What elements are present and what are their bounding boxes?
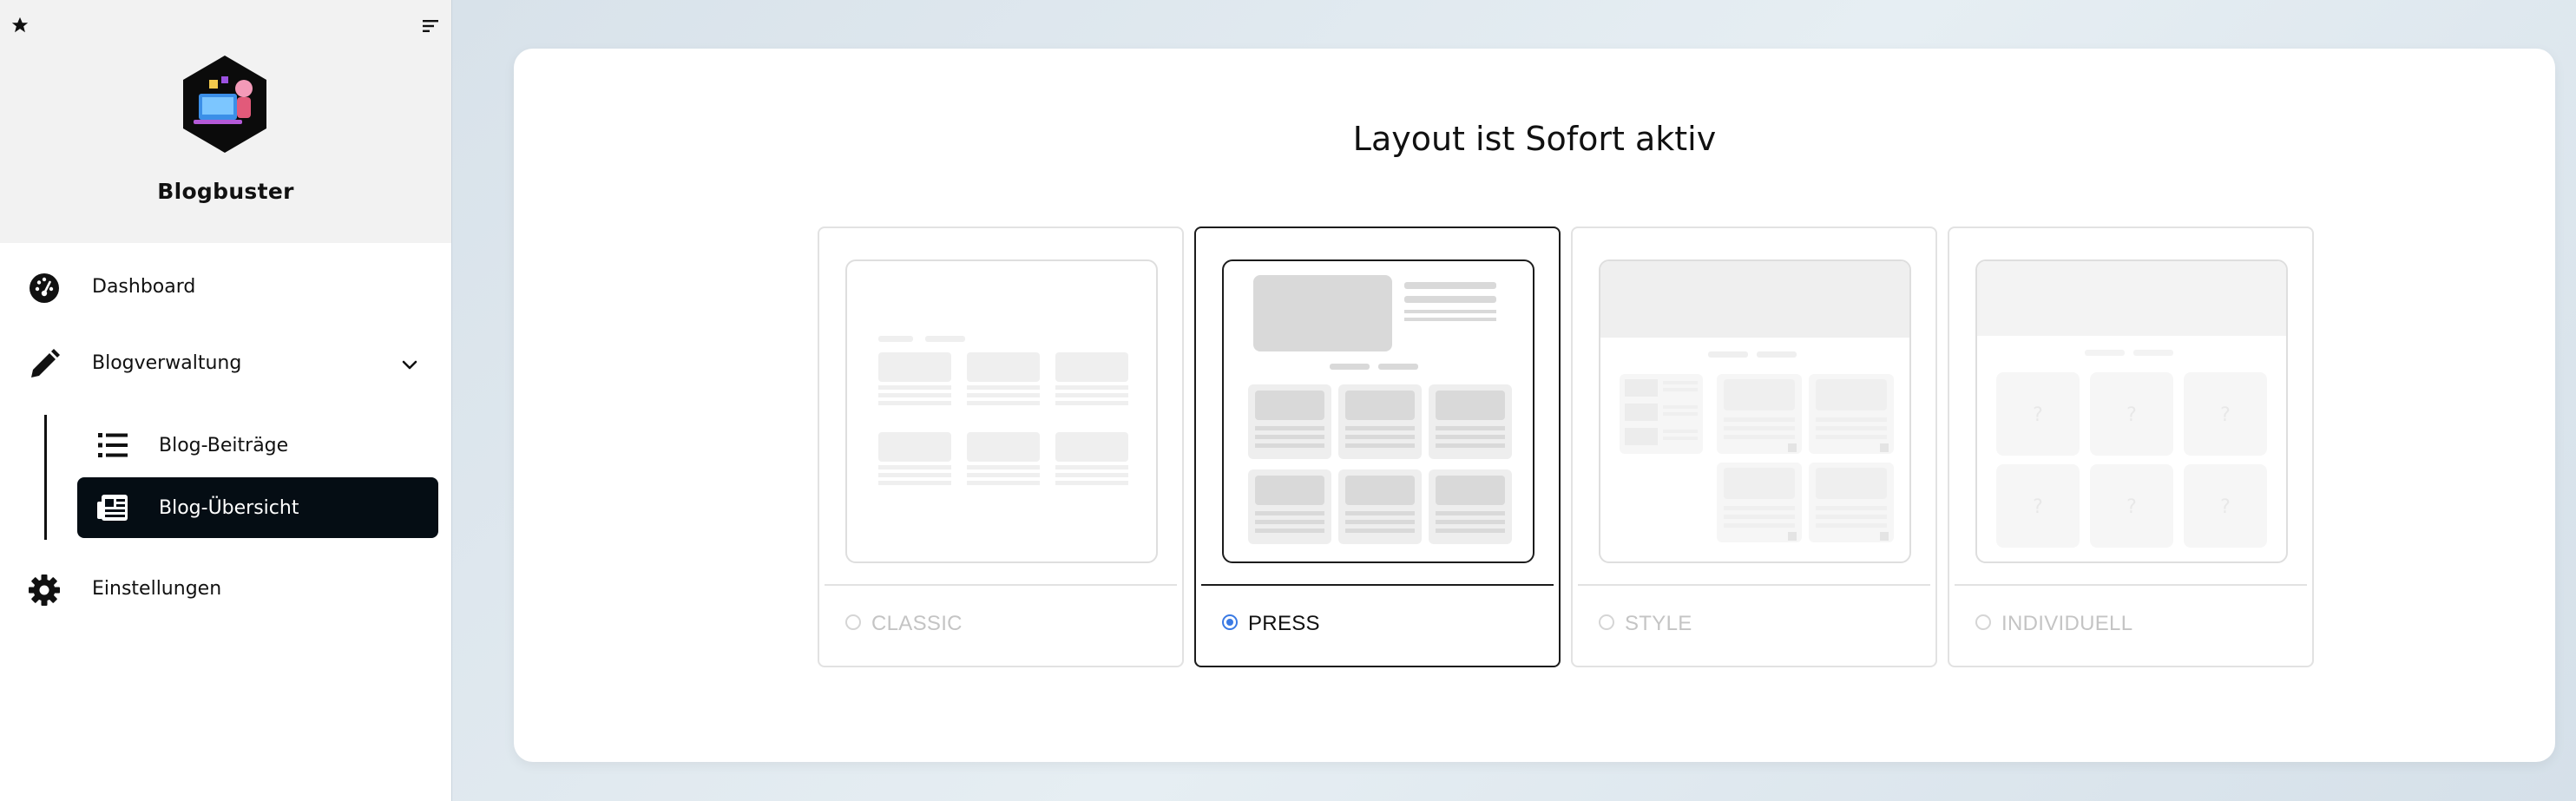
- option-divider: [825, 584, 1177, 586]
- svg-text:?: ?: [2220, 496, 2231, 518]
- layout-option-individuell[interactable]: ??? ??? INDIVIDUELL: [1948, 227, 2314, 667]
- nav-blog-posts-label: Blog-Beiträge: [159, 435, 289, 456]
- radio-press[interactable]: [1222, 614, 1238, 630]
- nav-settings-label: Einstellungen: [92, 578, 222, 600]
- option-divider: [1578, 584, 1930, 586]
- option-divider: [1201, 584, 1554, 586]
- layout-option-press[interactable]: PRESS: [1194, 227, 1561, 667]
- press-preview: [1222, 259, 1534, 563]
- sidebar: Blogbuster Dashboard Blogverwaltung Blog…: [0, 0, 451, 801]
- nav-settings[interactable]: Einstellungen: [0, 559, 451, 620]
- brand-name: Blogbuster: [157, 179, 294, 204]
- nav-dashboard-label: Dashboard: [92, 276, 196, 298]
- svg-text:?: ?: [2033, 404, 2043, 426]
- svg-text:?: ?: [2033, 496, 2043, 518]
- pencil-icon: [31, 349, 60, 378]
- layout-option-classic[interactable]: CLASSIC: [818, 227, 1184, 667]
- page-title: Layout ist Sofort aktiv: [1352, 120, 1717, 158]
- submenu-guide-line: [44, 415, 47, 540]
- nav-blog-posts[interactable]: Blog-Beiträge: [77, 415, 438, 476]
- gear-icon: [29, 574, 60, 606]
- nav-blog-overview-label: Blog-Übersicht: [159, 497, 299, 519]
- individuell-preview: ??? ???: [1975, 259, 2288, 563]
- brand-logo: [183, 56, 266, 153]
- dashboard-gauge-icon: [30, 273, 59, 303]
- svg-text:?: ?: [2220, 404, 2231, 426]
- layout-option-style[interactable]: STYLE: [1571, 227, 1937, 667]
- nav-blog-management[interactable]: Blogverwaltung: [0, 333, 451, 394]
- nav-blog-management-label: Blogverwaltung: [92, 352, 242, 374]
- svg-text:?: ?: [2126, 496, 2137, 518]
- option-divider: [1955, 584, 2307, 586]
- nav-blog-overview[interactable]: Blog-Übersicht: [77, 477, 438, 538]
- layout-label-classic: CLASSIC: [871, 612, 963, 635]
- sidebar-header: Blogbuster: [0, 0, 451, 243]
- layout-label-individuell: INDIVIDUELL: [2001, 612, 2133, 635]
- radio-individuell[interactable]: [1975, 614, 1991, 630]
- radio-classic[interactable]: [845, 614, 861, 630]
- layout-label-press: PRESS: [1248, 612, 1320, 635]
- sort-menu-icon[interactable]: [420, 16, 441, 36]
- chevron-down-icon[interactable]: [399, 354, 420, 375]
- list-icon: [98, 433, 128, 457]
- nav-dashboard[interactable]: Dashboard: [0, 257, 451, 318]
- svg-text:?: ?: [2126, 404, 2137, 426]
- classic-preview: [845, 259, 1158, 563]
- star-icon[interactable]: [10, 16, 30, 35]
- radio-style[interactable]: [1599, 614, 1614, 630]
- style-preview: [1599, 259, 1911, 563]
- newspaper-icon: [97, 495, 128, 521]
- layout-label-style: STYLE: [1625, 612, 1692, 635]
- layout-card: Layout ist Sofort aktiv CLASSIC PRESS ST…: [514, 49, 2555, 762]
